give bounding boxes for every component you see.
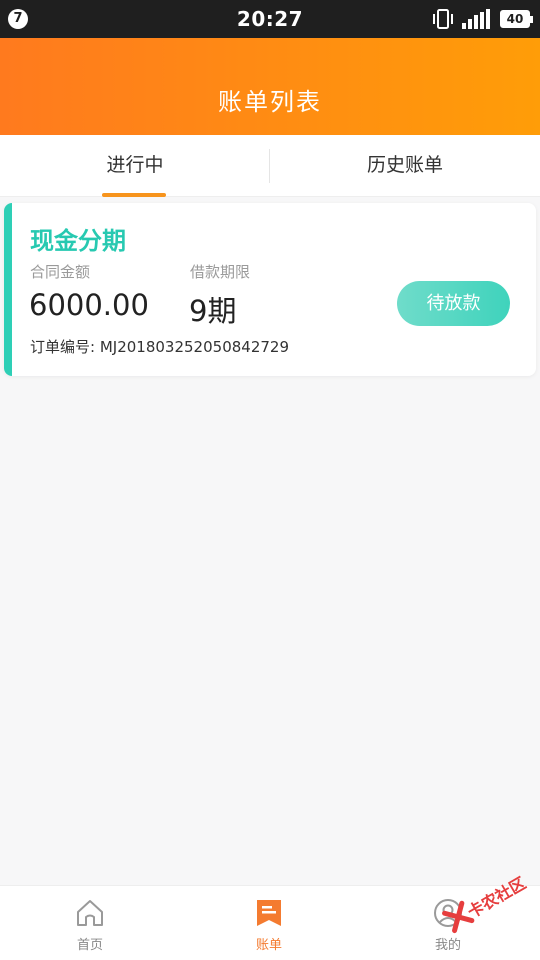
vibrate-icon [433, 9, 453, 29]
order-number-row: 订单编号: MJ201803252050842729 [30, 336, 289, 357]
tab-in-progress[interactable]: 进行中 [0, 135, 270, 197]
order-number-label: 订单编号: [30, 338, 96, 356]
active-tab-indicator [102, 193, 166, 197]
bill-product-title: 现金分期 [30, 227, 126, 255]
tab-history-bills[interactable]: 历史账单 [270, 135, 540, 197]
contract-amount-label: 合同金额 [30, 263, 91, 281]
pending-disbursement-button[interactable]: 待放款 [397, 281, 510, 326]
nav-label-home: 首页 [76, 938, 103, 953]
nav-item-bill[interactable]: 账单 [179, 886, 359, 960]
bill-card[interactable]: 现金分期 合同金额 借款期限 6000.00 9期 订单编号: MJ201803… [4, 203, 536, 376]
watermark-text: 卡农社区 [464, 873, 530, 922]
battery-icon: 40 [500, 10, 533, 28]
nav-label-mine: 我的 [434, 938, 461, 953]
tab-bar: 进行中 历史账单 [0, 135, 540, 197]
page-title: 账单列表 [218, 88, 322, 116]
nav-label-bill: 账单 [255, 938, 282, 953]
status-icons: 40 [432, 8, 533, 30]
bill-icon [257, 900, 281, 926]
loan-term-value: 9期 [189, 294, 237, 328]
status-bar: 7 20:27 40 [0, 0, 540, 38]
nav-item-home[interactable]: 首页 [0, 886, 180, 960]
order-number-value: MJ201803252050842729 [99, 338, 289, 356]
card-accent-bar [4, 203, 12, 376]
loan-term-label: 借款期限 [190, 263, 251, 281]
home-icon [77, 900, 103, 926]
app-header: 账单列表 [0, 38, 540, 135]
signal-icon [462, 9, 490, 29]
contract-amount-value: 6000.00 [29, 288, 149, 322]
